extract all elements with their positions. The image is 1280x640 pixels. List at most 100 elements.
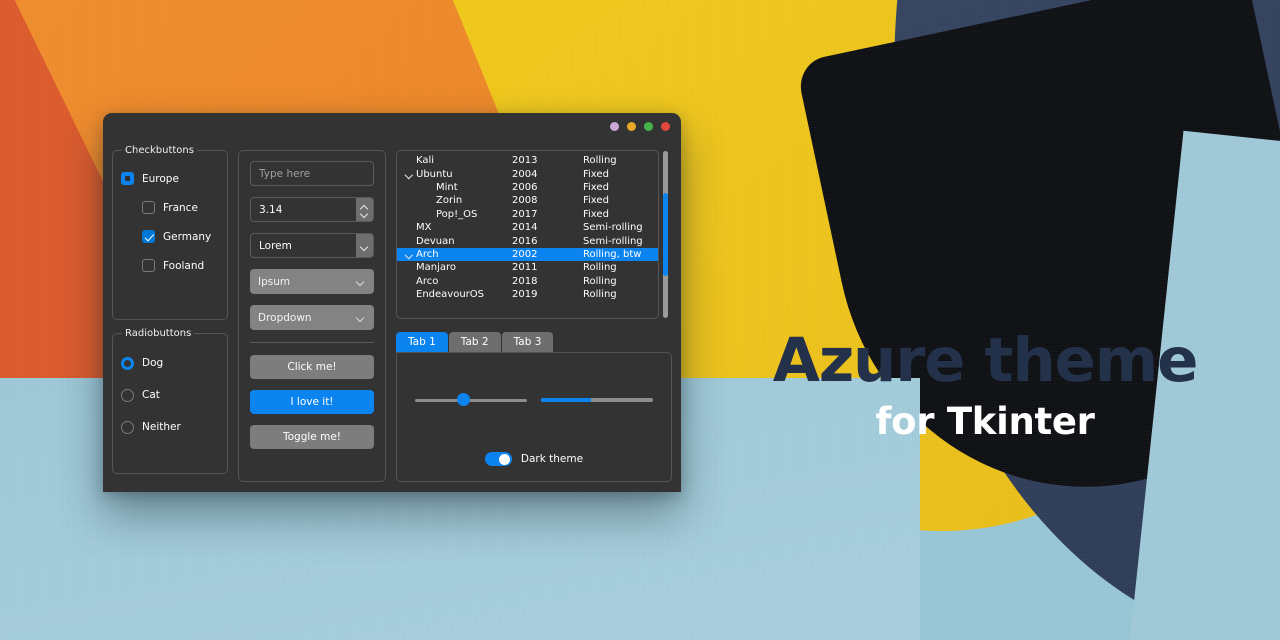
spinbox-buttons[interactable]: [356, 198, 373, 221]
table-row[interactable]: Devuan 2016 Semi-rolling: [397, 234, 658, 247]
checkbox-indicator-icon[interactable]: [142, 259, 155, 272]
tab-tab-3[interactable]: Tab 3: [501, 332, 554, 352]
treeview-wrapper: Kali 2013 Rolling Ubuntu 2004 Fixed Mint 2006 Fi…: [396, 150, 672, 319]
chevron-down-icon[interactable]: [403, 248, 416, 261]
table-row[interactable]: Kali 2013 Rolling: [397, 154, 658, 167]
cell-year: 2002: [512, 248, 538, 260]
cell-name: Manjaro: [416, 262, 457, 274]
table-row[interactable]: Manjaro 2011 Rolling: [397, 261, 658, 274]
radiobutton-neither[interactable]: Neither: [121, 411, 219, 443]
checkbox-indicator-icon[interactable]: [142, 201, 155, 214]
radiobutton-dog[interactable]: Dog: [121, 347, 219, 379]
button-toggle-me[interactable]: Toggle me!: [250, 425, 374, 449]
table-row[interactable]: Zorin 2008 Fixed: [397, 194, 658, 207]
dropdown-menu[interactable]: Dropdown: [250, 305, 374, 330]
cell-year: 2008: [512, 195, 538, 207]
scale-slider[interactable]: [415, 393, 527, 407]
table-row[interactable]: Ubuntu 2004 Fixed: [397, 167, 658, 180]
notebook-tab-panel: Dark theme: [396, 352, 672, 482]
radiobuttons-group-title: Radiobuttons: [122, 328, 195, 339]
inputs-panel: Type here 3.14 Lorem Ipsum Dropdown Clic…: [238, 150, 386, 482]
cell-year: 2014: [512, 222, 538, 234]
window-dot-orange[interactable]: [627, 122, 636, 131]
chevron-down-icon[interactable]: [361, 211, 368, 215]
cell-release: Fixed: [583, 195, 609, 207]
cell-year: 2016: [512, 235, 538, 247]
cell-year: 2006: [512, 181, 538, 193]
treeview-scrollbar-thumb[interactable]: [663, 192, 668, 277]
radio-indicator-icon[interactable]: [121, 420, 134, 434]
cell-year: 2011: [512, 262, 538, 274]
left-column: Checkbuttons Europe France Germany Fooland …: [112, 145, 228, 482]
checkbutton-label: France: [163, 201, 198, 214]
chevron-down-icon[interactable]: [403, 168, 416, 181]
right-column: Kali 2013 Rolling Ubuntu 2004 Fixed Mint 2006 Fi…: [396, 150, 672, 482]
table-row[interactable]: MX 2014 Semi-rolling: [397, 221, 658, 234]
combobox[interactable]: Lorem: [250, 233, 374, 258]
checkbutton-europe[interactable]: Europe: [121, 164, 219, 193]
radiobutton-cat[interactable]: Cat: [121, 379, 219, 411]
spinbox-value: 3.14: [259, 203, 283, 216]
cell-release: Rolling: [583, 155, 617, 167]
cell-year: 2018: [512, 275, 538, 287]
text-entry[interactable]: Type here: [250, 161, 374, 186]
checkbutton-label: Germany: [163, 230, 212, 243]
tab-tab-1[interactable]: Tab 1: [396, 332, 448, 352]
scale-thumb[interactable]: [456, 393, 470, 406]
text-entry-placeholder: Type here: [259, 167, 311, 180]
cell-release: Rolling, btw: [583, 248, 642, 260]
window-titlebar[interactable]: [103, 113, 681, 142]
cell-name: Arch: [416, 248, 439, 260]
radio-indicator-icon[interactable]: [121, 356, 134, 370]
tab-tab-2[interactable]: Tab 2: [448, 332, 501, 352]
treeview-scrollbar[interactable]: [663, 151, 668, 318]
radiobutton-label: Cat: [142, 389, 160, 401]
combobox-toggle[interactable]: [356, 234, 373, 257]
checkbutton-france[interactable]: France: [121, 193, 219, 222]
cell-release: Semi-rolling: [583, 235, 643, 247]
cell-release: Fixed: [583, 181, 609, 193]
cell-release: Rolling: [583, 275, 617, 287]
cell-name: Zorin: [436, 195, 463, 207]
window-dot-red[interactable]: [661, 122, 670, 131]
checkbox-indicator-icon[interactable]: [142, 230, 155, 243]
button-i-love-it[interactable]: I love it!: [250, 390, 374, 414]
cell-year: 2019: [512, 289, 538, 301]
progressbar-fill: [541, 398, 592, 402]
chevron-up-icon[interactable]: [361, 204, 368, 208]
treeview[interactable]: Kali 2013 Rolling Ubuntu 2004 Fixed Mint 2006 Fi…: [396, 150, 659, 319]
tkinter-demo-window: Checkbuttons Europe France Germany Fooland …: [103, 113, 681, 492]
checkbutton-germany[interactable]: Germany: [121, 222, 219, 251]
window-dot-green[interactable]: [644, 122, 653, 131]
table-row[interactable]: Arch 2002 Rolling, btw: [397, 247, 658, 262]
slider-row: [415, 393, 653, 407]
button-click-me[interactable]: Click me!: [250, 355, 374, 379]
radiobutton-label: Dog: [142, 357, 164, 369]
spinbox[interactable]: 3.14: [250, 197, 374, 222]
dark-theme-switch[interactable]: [484, 452, 512, 466]
table-row[interactable]: Mint 2006 Fixed: [397, 181, 658, 194]
cell-name: Pop!_OS: [436, 208, 478, 220]
checkbuttons-group-title: Checkbuttons: [122, 145, 197, 156]
window-controls[interactable]: [610, 122, 670, 131]
table-row[interactable]: Arco 2018 Rolling: [397, 275, 658, 288]
radiobutton-list: Dog Cat Neither: [121, 347, 219, 443]
radio-indicator-icon[interactable]: [121, 388, 134, 402]
table-row[interactable]: Pop!_OS 2017 Fixed: [397, 208, 658, 221]
option-menu-value: Ipsum: [258, 275, 291, 288]
cell-name: EndeavourOS: [416, 289, 484, 301]
window-dot-purple[interactable]: [610, 122, 619, 131]
option-menu[interactable]: Ipsum: [250, 269, 374, 294]
checkbutton-fooland[interactable]: Fooland: [121, 251, 219, 280]
cell-release: Semi-rolling: [583, 222, 643, 234]
checkbox-indicator-icon[interactable]: [121, 172, 134, 185]
progressbar: [541, 398, 653, 402]
table-row[interactable]: EndeavourOS 2019 Rolling: [397, 288, 658, 301]
